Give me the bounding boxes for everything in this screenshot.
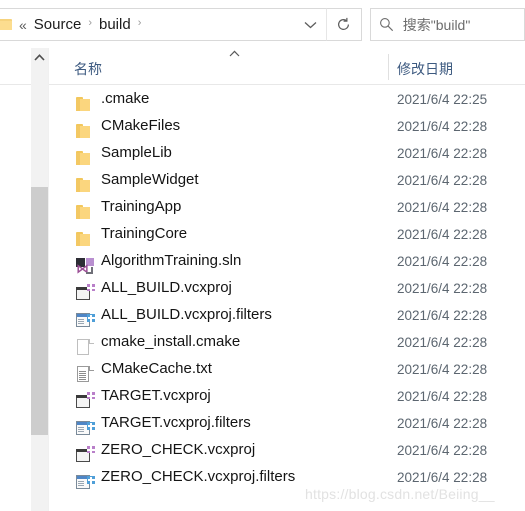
file-date-modified: 2021/6/4 22:28 bbox=[397, 416, 488, 431]
file-name[interactable]: ZERO_CHECK.vcxproj bbox=[101, 441, 255, 459]
sort-ascending-caret-icon bbox=[229, 50, 240, 57]
column-header-name[interactable]: 名称 bbox=[74, 59, 102, 79]
breadcrumb-address-field[interactable]: « Source › build › bbox=[0, 8, 296, 41]
search-box[interactable]: 搜索"build" bbox=[369, 8, 525, 41]
file-name[interactable]: CMakeCache.txt bbox=[101, 360, 212, 378]
column-header-date-modified[interactable]: 修改日期 bbox=[397, 59, 453, 79]
file-date-modified: 2021/6/4 22:28 bbox=[397, 119, 488, 134]
file-date-modified: 2021/6/4 22:28 bbox=[397, 227, 488, 242]
column-divider[interactable] bbox=[388, 54, 389, 80]
file-date-modified: 2021/6/4 22:28 bbox=[397, 281, 488, 296]
vcxproj-icon bbox=[76, 446, 95, 464]
file-date-modified: 2021/6/4 22:28 bbox=[397, 443, 488, 458]
file-name[interactable]: TrainingCore bbox=[101, 225, 187, 243]
file-row[interactable]: ALL_BUILD.vcxproj.filters 2021/6/4 22:28 bbox=[0, 302, 525, 329]
file-row[interactable]: cmake_install.cmake 2021/6/4 22:28 bbox=[0, 329, 525, 356]
vcxproj-filters-icon bbox=[76, 420, 95, 437]
column-header-bar: 名称 修改日期 bbox=[0, 48, 525, 85]
folder-icon bbox=[0, 18, 12, 31]
breadcrumb-overflow-chevrons-icon[interactable]: « bbox=[19, 18, 32, 32]
file-row[interactable]: ZERO_CHECK.vcxproj 2021/6/4 22:28 bbox=[0, 437, 525, 464]
file-name[interactable]: .cmake bbox=[101, 90, 149, 108]
breadcrumb-item-build[interactable]: build bbox=[97, 17, 133, 32]
file-date-modified: 2021/6/4 22:25 bbox=[397, 92, 488, 107]
address-bar: « Source › build › 搜索"build" bbox=[0, 8, 525, 41]
file-row[interactable]: CMakeCache.txt 2021/6/4 22:28 bbox=[0, 356, 525, 383]
file-row[interactable]: TrainingApp 2021/6/4 22:28 bbox=[0, 194, 525, 221]
chevron-down-icon bbox=[304, 21, 317, 28]
search-placeholder-text: 搜索"build" bbox=[402, 16, 471, 33]
folder-icon bbox=[76, 123, 94, 140]
breadcrumb-separator-icon[interactable]: › bbox=[133, 18, 147, 29]
file-name[interactable]: SampleWidget bbox=[101, 171, 199, 189]
breadcrumb-item-source[interactable]: Source bbox=[32, 17, 84, 32]
file-date-modified: 2021/6/4 22:28 bbox=[397, 362, 488, 377]
file-name[interactable]: ZERO_CHECK.vcxproj.filters bbox=[101, 468, 295, 486]
breadcrumb-separator-icon[interactable]: › bbox=[83, 18, 97, 29]
refresh-icon bbox=[338, 17, 350, 30]
file-name[interactable]: SampleLib bbox=[101, 144, 172, 162]
address-history-dropdown-button[interactable] bbox=[295, 8, 327, 41]
file-row[interactable]: TrainingCore 2021/6/4 22:28 bbox=[0, 221, 525, 248]
file-name[interactable]: AlgorithmTraining.sln bbox=[101, 252, 241, 270]
file-row[interactable]: ZERO_CHECK.vcxproj.filters 2021/6/4 22:28 bbox=[0, 464, 525, 491]
file-name[interactable]: TARGET.vcxproj.filters bbox=[101, 414, 251, 432]
file-date-modified: 2021/6/4 22:28 bbox=[397, 335, 488, 350]
folder-icon bbox=[76, 231, 94, 248]
file-date-modified: 2021/6/4 22:28 bbox=[397, 173, 488, 188]
file-date-modified: 2021/6/4 22:28 bbox=[397, 470, 488, 485]
file-name[interactable]: ALL_BUILD.vcxproj bbox=[101, 279, 232, 297]
file-name[interactable]: CMakeFiles bbox=[101, 117, 180, 135]
search-icon bbox=[371, 17, 403, 32]
refresh-button[interactable] bbox=[326, 8, 362, 41]
folder-icon bbox=[76, 204, 94, 221]
file-row[interactable]: ⋈ AlgorithmTraining.sln 2021/6/4 22:28 bbox=[0, 248, 525, 276]
file-date-modified: 2021/6/4 22:28 bbox=[397, 146, 488, 161]
file-row[interactable]: CMakeFiles 2021/6/4 22:28 bbox=[0, 113, 525, 140]
folder-icon bbox=[76, 177, 94, 194]
file-row[interactable]: SampleLib 2021/6/4 22:28 bbox=[0, 140, 525, 167]
visual-studio-solution-icon: ⋈ bbox=[76, 258, 94, 276]
file-row[interactable]: ALL_BUILD.vcxproj 2021/6/4 22:28 bbox=[0, 275, 525, 302]
file-date-modified: 2021/6/4 22:28 bbox=[397, 200, 488, 215]
vcxproj-filters-icon bbox=[76, 474, 95, 491]
file-name[interactable]: ALL_BUILD.vcxproj.filters bbox=[101, 306, 272, 324]
vcxproj-icon bbox=[76, 392, 95, 410]
file-name[interactable]: TARGET.vcxproj bbox=[101, 387, 211, 405]
file-row[interactable]: SampleWidget 2021/6/4 22:28 bbox=[0, 167, 525, 194]
file-row[interactable]: TARGET.vcxproj.filters 2021/6/4 22:28 bbox=[0, 410, 525, 437]
file-date-modified: 2021/6/4 22:28 bbox=[397, 254, 488, 269]
file-date-modified: 2021/6/4 22:28 bbox=[397, 308, 488, 323]
file-row[interactable]: .cmake 2021/6/4 22:25 bbox=[0, 86, 525, 113]
file-name[interactable]: cmake_install.cmake bbox=[101, 333, 240, 351]
file-name[interactable]: TrainingApp bbox=[101, 198, 181, 216]
file-row[interactable]: TARGET.vcxproj 2021/6/4 22:28 bbox=[0, 383, 525, 410]
folder-icon bbox=[76, 96, 94, 113]
vcxproj-icon bbox=[76, 284, 95, 302]
scroll-up-arrow-icon[interactable] bbox=[34, 54, 45, 61]
text-document-icon bbox=[76, 366, 94, 383]
vcxproj-filters-icon bbox=[76, 312, 95, 329]
breadcrumb: « Source › build › bbox=[0, 17, 146, 32]
file-date-modified: 2021/6/4 22:28 bbox=[397, 389, 488, 404]
blank-page-icon bbox=[76, 339, 94, 356]
file-list: .cmake 2021/6/4 22:25 CMakeFiles 2021/6/4 2… bbox=[0, 86, 525, 511]
folder-icon bbox=[76, 150, 94, 167]
